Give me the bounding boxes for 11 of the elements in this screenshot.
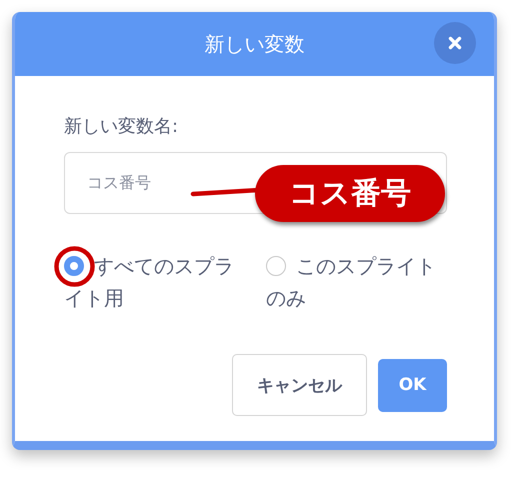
scope-option[interactable]: このスプライトのみ bbox=[266, 250, 438, 314]
cancel-button[interactable]: キャンセル bbox=[232, 354, 367, 416]
radio-button[interactable] bbox=[266, 256, 286, 276]
callout-label: コス番号 bbox=[255, 165, 445, 222]
close-icon bbox=[448, 36, 462, 50]
highlight-ring bbox=[54, 246, 95, 287]
scope-option[interactable]: すべてのスプライト用 bbox=[64, 250, 252, 314]
radio-button[interactable] bbox=[64, 256, 84, 276]
field-label: 新しい変数名: bbox=[64, 115, 180, 138]
dialog-title: 新しい変数 bbox=[204, 30, 304, 58]
close-button[interactable] bbox=[434, 22, 476, 64]
